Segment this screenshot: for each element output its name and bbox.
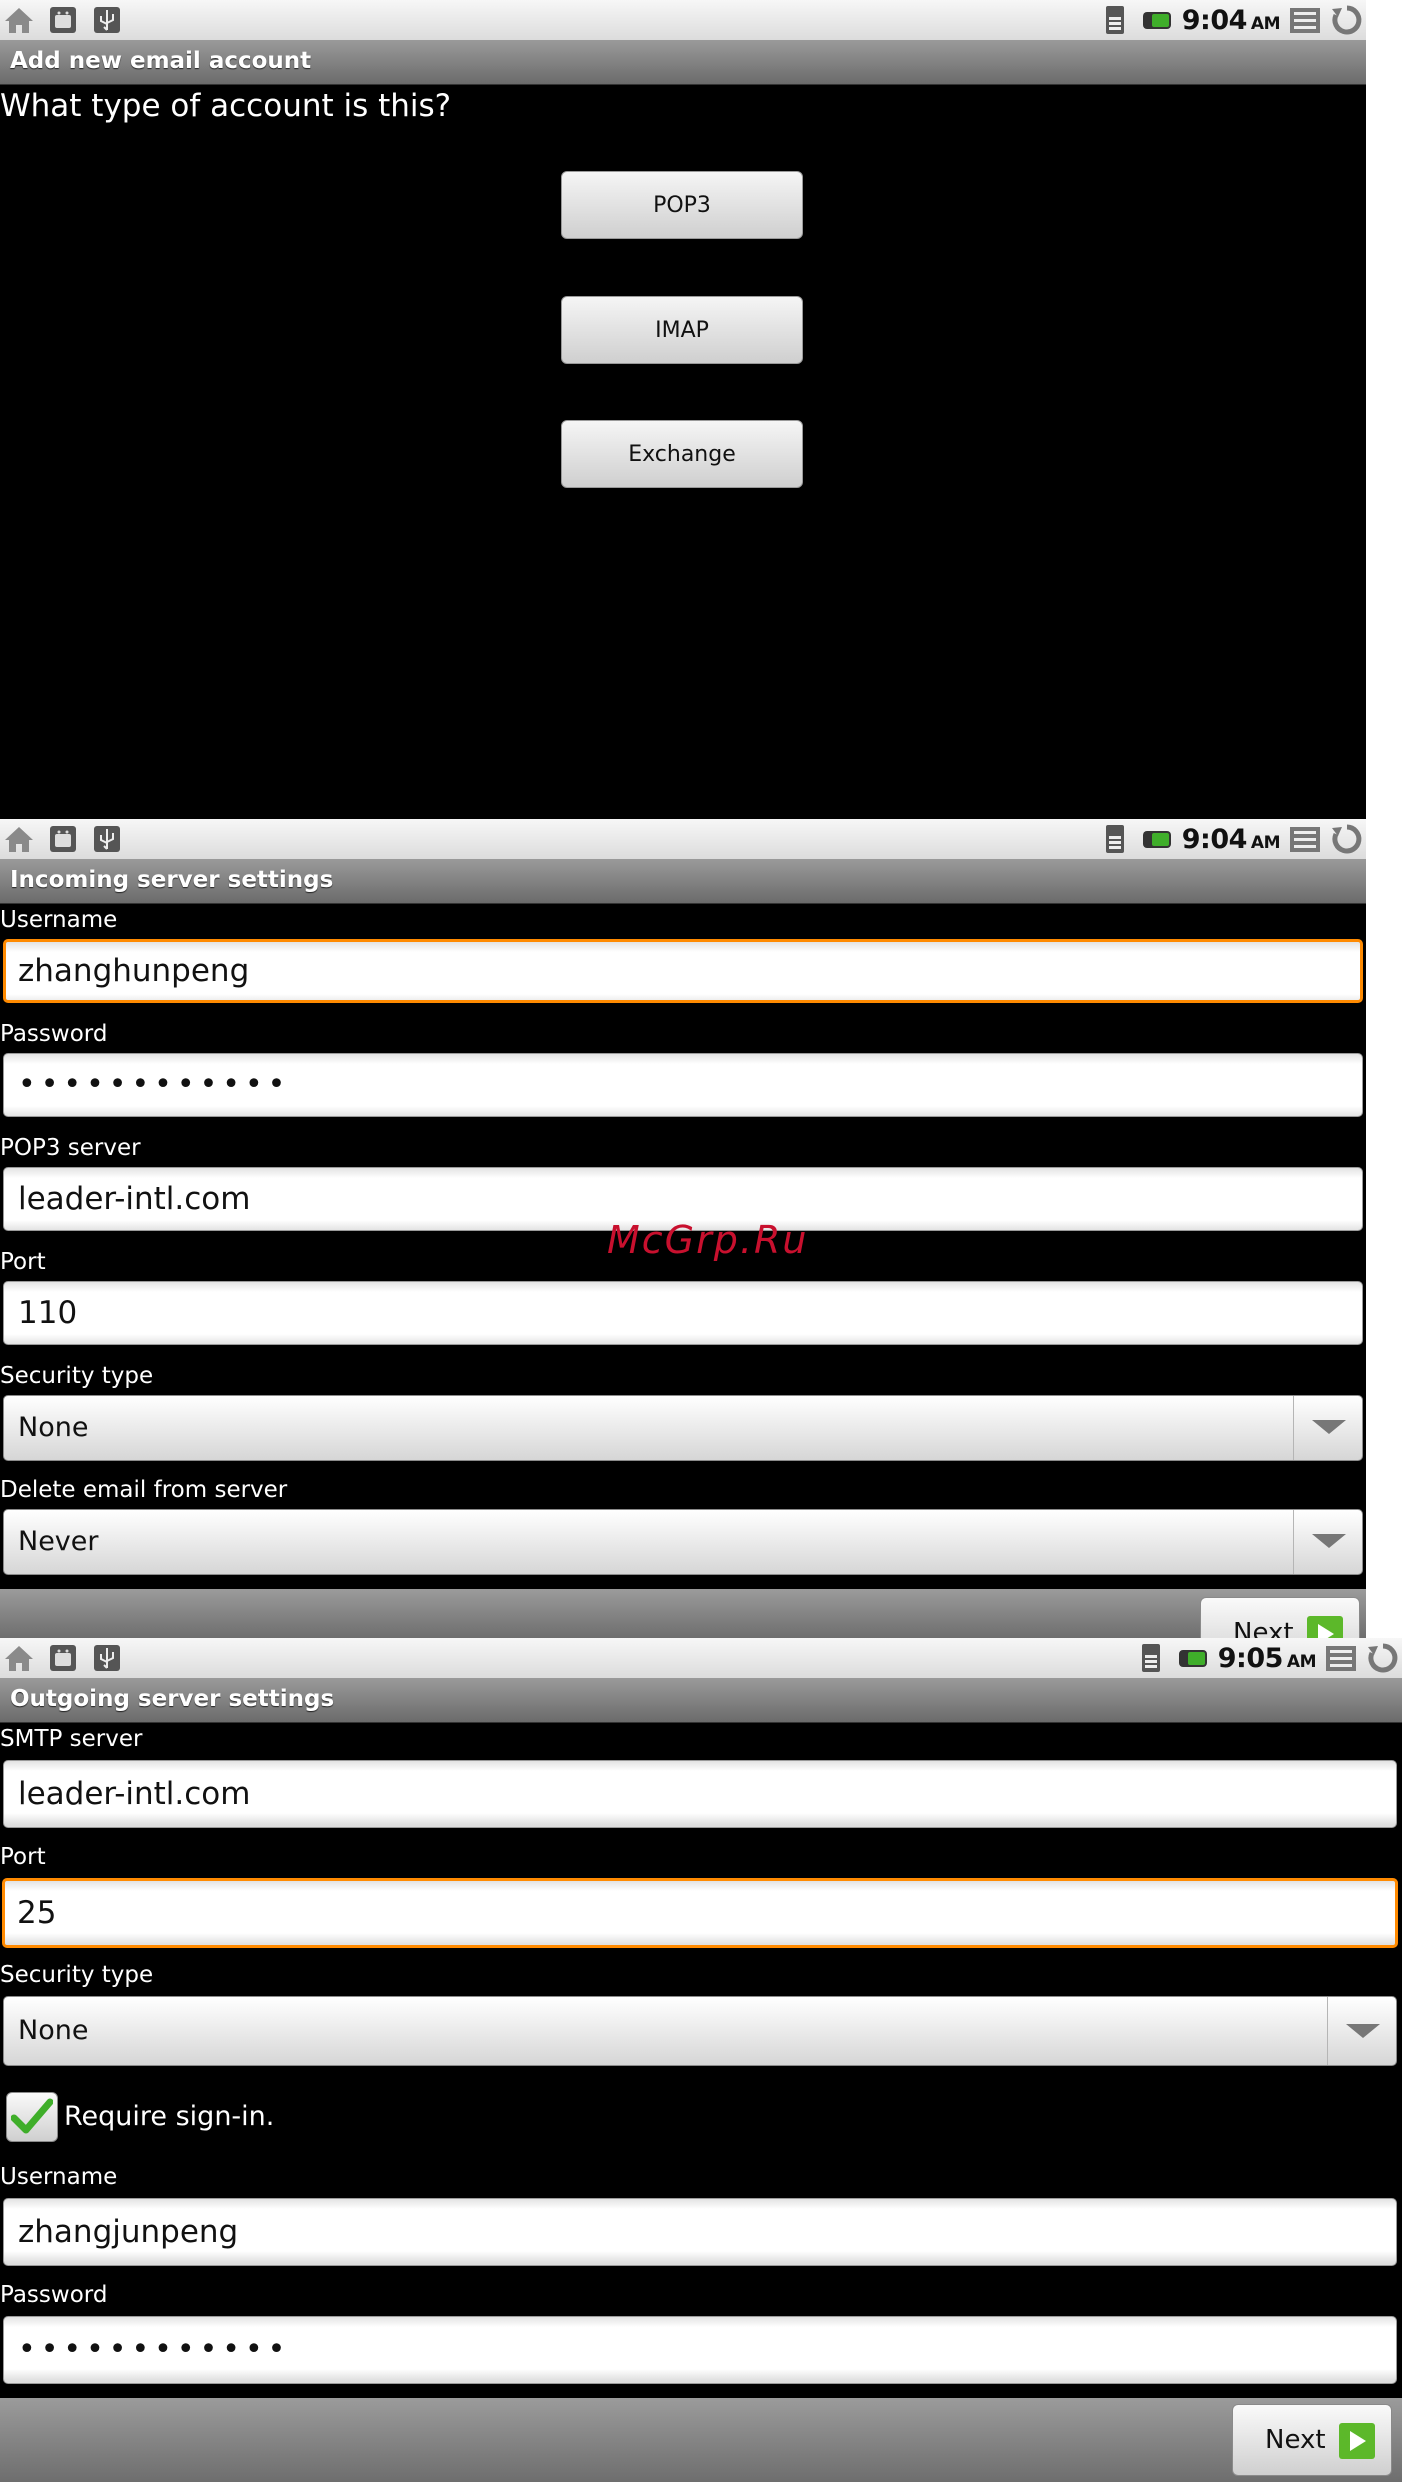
- next-arrow-icon: [1307, 1616, 1343, 1638]
- menu-icon[interactable]: [1324, 1641, 1358, 1675]
- username-label: Username: [0, 907, 118, 933]
- screen-add-account: 9:04 AM Add new email account What type o…: [0, 0, 1366, 819]
- pop3-server-label: POP3 server: [0, 1135, 141, 1161]
- password-field[interactable]: ••••••••••••: [3, 2316, 1397, 2384]
- port-field[interactable]: 110: [3, 1281, 1363, 1345]
- pop3-button[interactable]: POP3: [561, 171, 803, 239]
- sd-card-icon: [1141, 1644, 1160, 1672]
- chevron-down-icon: [1346, 2024, 1380, 2038]
- security-type-value: None: [18, 1412, 89, 1443]
- port-field[interactable]: 25: [2, 1878, 1398, 1948]
- password-label: Password: [0, 2282, 108, 2308]
- account-type-question: What type of account is this?: [0, 88, 452, 124]
- security-type-value: None: [18, 2015, 89, 2046]
- status-bar: 9:04 AM: [0, 819, 1366, 859]
- home-icon[interactable]: [2, 1641, 36, 1675]
- usb-icon: [94, 7, 120, 33]
- home-icon[interactable]: [2, 3, 36, 37]
- bottom-bar: Next: [0, 2398, 1402, 2482]
- status-clock: 9:05 AM: [1217, 1642, 1317, 1674]
- back-icon[interactable]: [1330, 822, 1364, 856]
- usb-icon: [94, 1645, 120, 1671]
- imap-button[interactable]: IMAP: [561, 296, 803, 364]
- username-field[interactable]: zhangjunpeng: [3, 2198, 1397, 2266]
- page-title: Outgoing server settings: [10, 1686, 335, 1712]
- chevron-down-icon: [1312, 1534, 1346, 1548]
- exchange-button[interactable]: Exchange: [561, 420, 803, 488]
- dropdown-area[interactable]: [1293, 1510, 1362, 1574]
- require-signin-label[interactable]: Require sign-in.: [64, 2101, 274, 2132]
- android-icon: [50, 7, 76, 33]
- security-type-label: Security type: [0, 1962, 154, 1988]
- sd-card-icon: [1105, 825, 1124, 853]
- status-clock: 9:04 AM: [1181, 823, 1281, 855]
- dropdown-area[interactable]: [1327, 1997, 1396, 2065]
- battery-icon: [1142, 12, 1171, 29]
- port-label: Port: [0, 1249, 46, 1275]
- delete-email-label: Delete email from server: [0, 1477, 288, 1503]
- back-icon[interactable]: [1366, 1641, 1400, 1675]
- next-label: Next: [1233, 1618, 1294, 1638]
- password-field[interactable]: ••••••••••••: [3, 1053, 1363, 1117]
- next-button[interactable]: Next: [1200, 1597, 1360, 1638]
- battery-icon: [1178, 1650, 1207, 1667]
- username-field[interactable]: zhanghunpeng: [3, 939, 1363, 1003]
- password-label: Password: [0, 1021, 108, 1047]
- username-label: Username: [0, 2164, 118, 2190]
- menu-icon[interactable]: [1288, 3, 1322, 37]
- delete-email-value: Never: [18, 1526, 99, 1557]
- usb-icon: [94, 826, 120, 852]
- watermark-text: McGrp.Ru: [607, 1218, 809, 1262]
- screen-incoming-settings: 9:04 AM Incoming server settings Username…: [0, 819, 1366, 1638]
- title-bar: Incoming server settings: [0, 859, 1366, 904]
- security-type-select[interactable]: None: [3, 1996, 1397, 2066]
- title-bar: Add new email account: [0, 40, 1366, 85]
- next-label: Next: [1265, 2425, 1326, 2455]
- next-arrow-icon: [1339, 2423, 1375, 2459]
- battery-icon: [1142, 831, 1171, 848]
- sd-card-icon: [1105, 6, 1124, 34]
- dropdown-area[interactable]: [1293, 1396, 1362, 1460]
- title-bar: Outgoing server settings: [0, 1678, 1402, 1723]
- chevron-down-icon: [1312, 1420, 1346, 1434]
- bottom-bar: Next: [0, 1589, 1366, 1638]
- smtp-server-label: SMTP server: [0, 1726, 143, 1752]
- android-icon: [50, 826, 76, 852]
- back-icon[interactable]: [1330, 3, 1364, 37]
- screen-outgoing-settings: 9:05 AM Outgoing server settings SMTP ser…: [0, 1638, 1402, 2482]
- security-type-select[interactable]: None: [3, 1395, 1363, 1461]
- port-label: Port: [0, 1844, 46, 1870]
- status-bar: 9:05 AM: [0, 1638, 1402, 1678]
- menu-icon[interactable]: [1288, 822, 1322, 856]
- page-title: Add new email account: [10, 48, 312, 74]
- status-bar: 9:04 AM: [0, 0, 1366, 40]
- checkmark-icon: [11, 2098, 53, 2134]
- home-icon[interactable]: [2, 822, 36, 856]
- page-title: Incoming server settings: [10, 867, 334, 893]
- delete-email-select[interactable]: Never: [3, 1509, 1363, 1575]
- smtp-server-field[interactable]: leader-intl.com: [3, 1760, 1397, 1828]
- android-icon: [50, 1645, 76, 1671]
- next-button[interactable]: Next: [1232, 2404, 1392, 2476]
- security-type-label: Security type: [0, 1363, 154, 1389]
- require-signin-checkbox[interactable]: [6, 2092, 58, 2142]
- status-clock: 9:04 AM: [1181, 4, 1281, 36]
